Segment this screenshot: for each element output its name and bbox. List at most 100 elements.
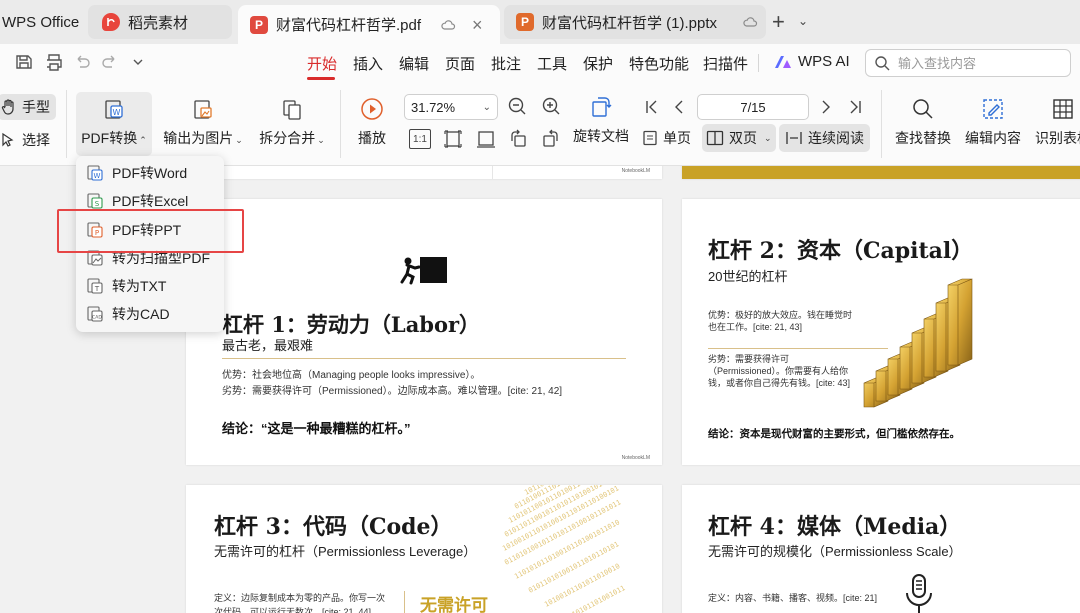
- search-box[interactable]: [865, 49, 1071, 77]
- zoom-out-icon[interactable]: [506, 95, 528, 117]
- slide-subtitle: 最古老，最艰难: [222, 338, 314, 353]
- rotate-doc-label: 旋转文档: [573, 128, 629, 144]
- undo-icon[interactable]: [72, 52, 92, 72]
- tab-bar: WPS Office 稻壳素材 P 财富代码杠杆哲学.pdf × P 财富代码杠…: [0, 0, 1080, 44]
- search-input[interactable]: [898, 55, 1058, 71]
- binary-code-decoration: 1011010100110101101 01101001110101001011…: [501, 485, 626, 613]
- slide-con-text: 劣势：需要获得许可（Permissioned）。边际成本高。难以管理。[cite…: [222, 386, 563, 397]
- active-menu-indicator: [307, 77, 335, 80]
- slide-subtitle: 20世纪的杠杆: [708, 269, 788, 284]
- last-page-icon[interactable]: [845, 96, 867, 118]
- menu-item-to-cad[interactable]: CAD 转为CAD: [86, 302, 170, 326]
- close-tab-icon[interactable]: ×: [472, 16, 488, 34]
- menu-item-label: 转为CAD: [112, 306, 170, 322]
- previous-page-icon[interactable]: [668, 96, 690, 118]
- menu-item-label: PDF转Excel: [112, 193, 189, 209]
- fit-page-icon[interactable]: [442, 128, 464, 150]
- single-page-icon: [643, 130, 657, 146]
- tab-wps-office[interactable]: WPS Office: [0, 5, 82, 39]
- tab-pptx[interactable]: P 财富代码杠杆哲学 (1).pptx: [504, 5, 766, 39]
- slide-subtitle: 无需许可的规模化（Permissionless Scale）: [708, 544, 962, 559]
- play-icon: [361, 98, 383, 120]
- slide-capital: 杠杆 2：资本（Capital） 20世纪的杠杆 优势：极好的放大效应。钱在睡觉…: [682, 199, 1080, 465]
- hand-tool-button[interactable]: 手型: [0, 94, 56, 120]
- tab-label: 稻壳素材: [128, 14, 189, 32]
- rotate-document-icon: [592, 97, 612, 117]
- svg-text:W: W: [94, 172, 101, 180]
- divider: [340, 90, 341, 158]
- slide-subtitle: 无需许可的杠杆（Permissionless Leverage）: [214, 544, 477, 559]
- menu-start[interactable]: 开始: [307, 53, 337, 74]
- tab-docer[interactable]: 稻壳素材: [88, 5, 232, 39]
- single-page-button[interactable]: 单页: [642, 125, 691, 151]
- pdf-to-excel-icon: S: [87, 193, 103, 209]
- pdf-convert-button[interactable]: W PDF转换 ⌃: [76, 92, 152, 156]
- tab-label: 财富代码杠杆哲学.pdf: [276, 17, 422, 34]
- select-tool-label: 选择: [22, 132, 50, 148]
- page-number-input[interactable]: 7/15: [697, 94, 809, 120]
- edit-content-button[interactable]: 编辑内容: [963, 96, 1023, 148]
- continuous-reading-button[interactable]: 连续阅读: [779, 124, 870, 152]
- tab-list-chevron-icon[interactable]: ⌄: [798, 14, 808, 28]
- cloud-icon[interactable]: [440, 17, 456, 33]
- first-page-icon[interactable]: [640, 96, 662, 118]
- redo-icon[interactable]: [100, 52, 120, 72]
- chevron-down-icon: ⌄: [482, 101, 491, 113]
- slide-title: 杠杆 4：媒体（Media）: [708, 514, 962, 540]
- recognize-table-label: 识别表格: [1035, 130, 1080, 146]
- menu-item-pdf-to-word[interactable]: W PDF转Word: [86, 161, 187, 185]
- edit-content-icon: [983, 99, 1003, 119]
- find-replace-label: 查找替换: [895, 130, 951, 146]
- gold-bars-stairs-image: [863, 278, 973, 408]
- menu-insert[interactable]: 插入: [353, 53, 383, 74]
- print-icon[interactable]: [44, 52, 64, 72]
- zoom-in-icon[interactable]: [540, 95, 562, 117]
- fit-width-icon[interactable]: [475, 128, 497, 150]
- split-merge-button[interactable]: 拆分合并 ⌄: [254, 98, 330, 148]
- menu-scan[interactable]: 扫描件: [703, 53, 748, 74]
- menu-edit[interactable]: 编辑: [399, 53, 429, 74]
- save-icon[interactable]: [14, 52, 34, 72]
- recognize-table-button[interactable]: 识别表格: [1033, 96, 1080, 148]
- slide-conclusion: 结论：“这是一种最糟糕的杠杆。”: [222, 421, 411, 436]
- slide-definition: 定义：内容、书籍、播客、视频。[cite: 21]: [708, 593, 878, 603]
- page-tail: NotebookLM: [186, 166, 662, 179]
- wps-ai-button[interactable]: WPS AI: [774, 53, 850, 70]
- actual-size-icon[interactable]: 1:1: [409, 129, 431, 149]
- continuous-reading-icon: [786, 132, 802, 144]
- slide-code: 1011010100110101101 01101001110101001011…: [186, 485, 662, 613]
- zoom-select[interactable]: 31.72% ⌄: [404, 94, 498, 120]
- find-replace-icon: [913, 99, 933, 119]
- svg-text:S: S: [95, 200, 100, 208]
- rotate-doc-button[interactable]: 旋转文档: [570, 94, 632, 146]
- notebooklm-watermark: NotebookLM: [621, 168, 650, 174]
- double-page-button[interactable]: 双页 ⌄: [702, 124, 776, 152]
- divider: [404, 591, 405, 613]
- export-image-button[interactable]: 输出为图片 ⌄: [160, 98, 246, 148]
- next-page-icon[interactable]: [815, 96, 837, 118]
- export-image-label: 输出为图片: [163, 130, 234, 146]
- menu-item-label: 转为TXT: [112, 278, 167, 294]
- chevron-down-icon[interactable]: [128, 52, 148, 72]
- menu-page[interactable]: 页面: [445, 53, 475, 74]
- play-button[interactable]: 播放: [352, 96, 392, 148]
- gold-banner: [682, 166, 1080, 179]
- divider: [222, 358, 626, 359]
- menu-protect[interactable]: 保护: [583, 53, 613, 74]
- menu-features[interactable]: 特色功能: [629, 53, 689, 74]
- menu-item-to-txt[interactable]: T 转为TXT: [86, 274, 166, 298]
- select-tool-button[interactable]: 选择: [0, 128, 50, 152]
- tab-active-pdf[interactable]: P 财富代码杠杆哲学.pdf ×: [238, 5, 500, 44]
- rotate-left-icon[interactable]: [507, 128, 529, 150]
- menu-tools[interactable]: 工具: [537, 53, 567, 74]
- rotate-right-icon[interactable]: [540, 128, 562, 150]
- zoom-value: 31.72%: [411, 99, 456, 115]
- menu-annotate[interactable]: 批注: [491, 53, 521, 74]
- divider: [492, 166, 493, 179]
- divider: [881, 90, 882, 158]
- pptx-file-icon: P: [516, 13, 534, 31]
- divider: [708, 348, 888, 349]
- new-tab-icon[interactable]: +: [772, 11, 785, 33]
- cloud-icon[interactable]: [742, 14, 758, 30]
- find-replace-button[interactable]: 查找替换: [893, 96, 953, 148]
